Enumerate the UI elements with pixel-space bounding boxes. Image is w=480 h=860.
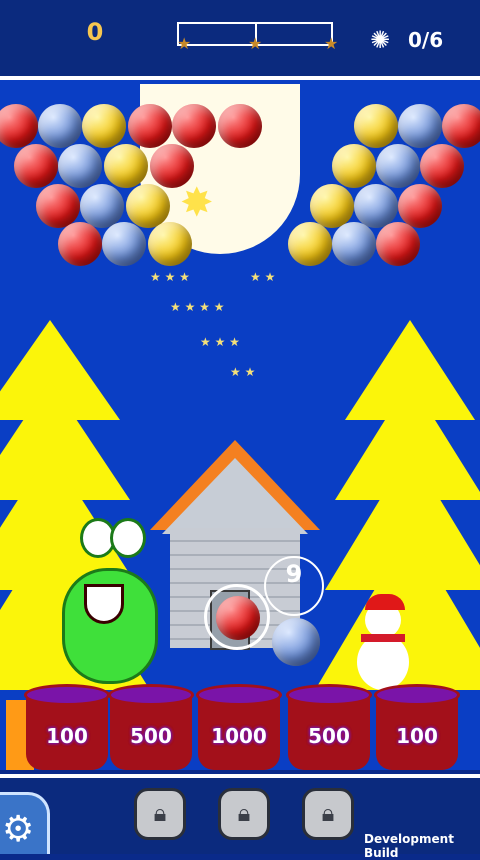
snowflake-counter: 0/6	[408, 28, 444, 52]
locked-booster-button[interactable]: 🔒︎	[134, 788, 186, 840]
star-icon: ★	[324, 34, 339, 53]
score-bucket: 1000	[196, 684, 282, 770]
bubble-blue	[58, 144, 102, 188]
settings-button[interactable]: ⚙	[0, 792, 50, 854]
bubble-red	[58, 222, 102, 266]
bubble-blue	[332, 222, 376, 266]
score-bucket: 100	[24, 684, 110, 770]
dev-build-label: Development Build	[364, 832, 454, 860]
frog-character	[52, 518, 162, 688]
bubble-yellow	[148, 222, 192, 266]
sparkle-star: ★ ★ ★	[150, 270, 190, 284]
bubble-yellow	[288, 222, 332, 266]
bucket-label: 500	[308, 724, 350, 748]
bubble-yellow	[332, 144, 376, 188]
bubble-blue	[102, 222, 146, 266]
sparkle-star: ★ ★ ★ ★	[170, 300, 225, 314]
gear-icon: ⚙	[2, 809, 35, 850]
sparkle-burst: ✸	[180, 180, 214, 226]
sparkle-star: ★ ★	[230, 365, 256, 379]
bucket-label: 1000	[211, 724, 267, 748]
bubble-blue	[376, 144, 420, 188]
bucket-label: 100	[46, 724, 88, 748]
star-icon: ★	[248, 34, 263, 53]
bubble-red	[172, 104, 216, 148]
score-bucket: 100	[374, 684, 460, 770]
bucket-label: 500	[130, 724, 172, 748]
bubble-blue	[398, 104, 442, 148]
bubble-red	[442, 104, 480, 148]
bubble-red	[128, 104, 172, 148]
bubble-yellow	[82, 104, 126, 148]
bubble-blue	[354, 184, 398, 228]
locked-booster-button[interactable]: 🔒︎	[218, 788, 270, 840]
bucket-label: 100	[396, 724, 438, 748]
bubble-red	[14, 144, 58, 188]
bubble-yellow	[126, 184, 170, 228]
hud-bar: 0 ★ ★ ★ ✺ 0/6	[0, 0, 480, 80]
bubble-red	[218, 104, 262, 148]
score-bucket: 500	[108, 684, 194, 770]
shots-left: 9	[285, 560, 303, 588]
bubble-blue	[38, 104, 82, 148]
score-bucket: 500	[286, 684, 372, 770]
bubble-red	[36, 184, 80, 228]
star-icon: ★	[177, 34, 192, 53]
lock-icon: 🔒︎	[153, 799, 167, 827]
sparkle-star: ★ ★ ★	[200, 335, 240, 349]
snowflake-icon: ✺	[370, 26, 391, 54]
score-value: 0	[86, 18, 104, 46]
current-bubble[interactable]	[216, 596, 260, 640]
bubble-yellow	[104, 144, 148, 188]
locked-booster-button[interactable]: 🔒︎	[302, 788, 354, 840]
lock-icon: 🔒︎	[237, 799, 251, 827]
bubble-yellow	[310, 184, 354, 228]
snowman-character	[345, 594, 425, 694]
bubble-red	[420, 144, 464, 188]
bubble-red	[398, 184, 442, 228]
bubble-red	[376, 222, 420, 266]
sparkle-star: ★ ★	[250, 270, 276, 284]
bubble-blue	[80, 184, 124, 228]
bubble-red	[0, 104, 38, 148]
bubble-yellow	[354, 104, 398, 148]
next-bubble[interactable]	[272, 618, 320, 666]
lock-icon: 🔒︎	[321, 799, 335, 827]
